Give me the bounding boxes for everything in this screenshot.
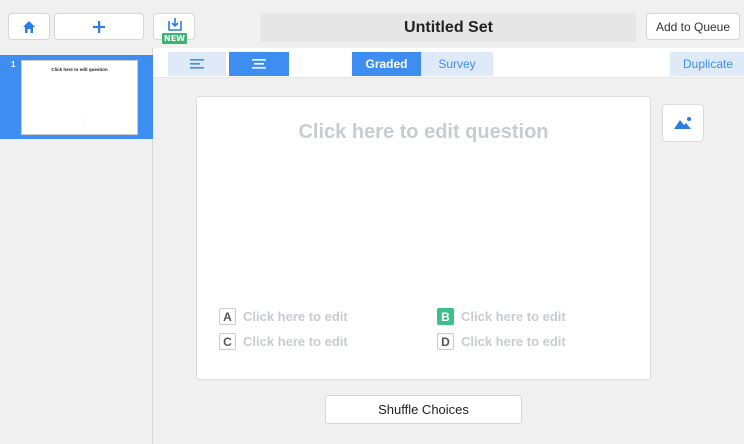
choice-b[interactable]: B Click here to edit xyxy=(437,308,566,325)
question-text[interactable]: Click here to edit question xyxy=(197,121,650,144)
choice-letter-c[interactable]: C xyxy=(219,333,236,350)
choice-c[interactable]: C Click here to edit xyxy=(219,333,348,350)
slide-number: 1 xyxy=(11,60,16,69)
import-icon xyxy=(168,18,182,31)
duplicate-button[interactable]: Duplicate xyxy=(670,52,744,76)
choice-letter-d[interactable]: D xyxy=(437,333,454,350)
import-button[interactable]: NEW xyxy=(153,13,195,44)
align-left-icon xyxy=(190,59,204,69)
thumb-choice-marker: ▫ xyxy=(30,117,32,121)
home-button[interactable] xyxy=(8,13,50,40)
slide-item[interactable]: 1 Click here to edit question ▫ ▫ ▫ ▫ xyxy=(0,55,153,139)
graded-toggle[interactable]: Graded xyxy=(352,52,421,76)
thumb-choice-marker: ▫ xyxy=(84,117,86,121)
thumb-choice-marker: ▫ xyxy=(30,123,32,127)
choice-letter-b[interactable]: B xyxy=(437,308,454,325)
choice-text-c[interactable]: Click here to edit xyxy=(243,334,348,349)
slide-thumbnail-text: Click here to edit question xyxy=(51,67,108,72)
slide-thumbnail[interactable]: Click here to edit question ▫ ▫ ▫ ▫ xyxy=(21,60,138,135)
align-center-button[interactable] xyxy=(229,52,289,76)
editor-toolbar: Graded Survey Duplicate xyxy=(153,48,744,78)
choice-a[interactable]: A Click here to edit xyxy=(219,308,348,325)
shuffle-choices-button[interactable]: Shuffle Choices xyxy=(325,395,522,424)
survey-toggle[interactable]: Survey xyxy=(421,52,493,76)
slide-sidebar: 1 Click here to edit question ▫ ▫ ▫ ▫ xyxy=(0,48,153,444)
choice-text-a[interactable]: Click here to edit xyxy=(243,309,348,324)
choice-letter-a[interactable]: A xyxy=(219,308,236,325)
align-left-button[interactable] xyxy=(168,52,226,76)
set-title[interactable]: Untitled Set xyxy=(261,13,636,42)
home-icon xyxy=(23,20,35,33)
top-bar: NEW Untitled Set Add to Queue xyxy=(0,0,744,48)
add-question-button[interactable] xyxy=(54,13,144,40)
plus-icon xyxy=(93,20,105,33)
add-image-button[interactable] xyxy=(662,104,704,142)
align-center-icon xyxy=(252,59,266,69)
image-icon xyxy=(674,117,691,129)
choice-text-d[interactable]: Click here to edit xyxy=(461,334,566,349)
question-card: Click here to edit question A Click here… xyxy=(196,96,651,380)
add-to-queue-button[interactable]: Add to Queue xyxy=(646,13,740,40)
choice-d[interactable]: D Click here to edit xyxy=(437,333,566,350)
thumb-choice-marker: ▫ xyxy=(84,123,86,127)
choice-text-b[interactable]: Click here to edit xyxy=(461,309,566,324)
new-badge: NEW xyxy=(162,33,187,44)
